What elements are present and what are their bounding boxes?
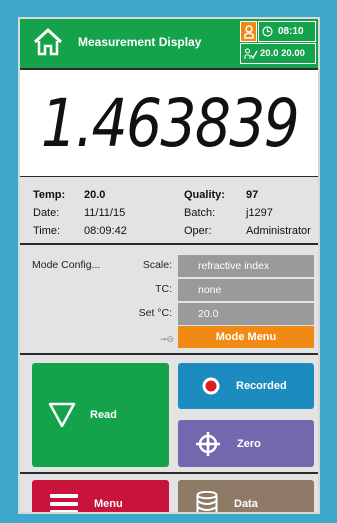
read-button[interactable]: Read: [32, 363, 169, 467]
recorded-button[interactable]: Recorded: [178, 363, 314, 409]
app-title: Measurement Display: [78, 35, 202, 49]
device-screen: Measurement Display 08:10 20.0 20.00 1.4…: [18, 17, 320, 514]
status-area: 08:10 20.0 20.00: [240, 21, 316, 65]
triangle-down-icon: [48, 402, 76, 428]
tolerance-values: 20.0 20.00: [260, 48, 305, 59]
read-label: Read: [90, 409, 117, 421]
scale-value[interactable]: refractive index: [178, 255, 314, 277]
tc-label: TC:: [155, 283, 172, 295]
clock-time: 08:10: [278, 26, 304, 37]
zero-label: Zero: [237, 437, 261, 450]
reading-value: 1.463839: [40, 84, 299, 162]
mode-menu-button[interactable]: Mode Menu: [178, 326, 314, 348]
oper-label: Oper:: [184, 225, 212, 237]
set-temp-label: Set °C:: [138, 307, 172, 319]
user-icon[interactable]: [240, 21, 257, 42]
menu-label: Menu: [94, 498, 123, 510]
data-label: Data: [234, 498, 258, 510]
quality-label: Quality:: [184, 189, 225, 201]
date-label: Date:: [33, 207, 60, 219]
oper-value: Administrator: [246, 225, 311, 237]
tolerance-display: 20.0 20.00: [240, 43, 316, 64]
tc-value[interactable]: none: [178, 279, 314, 301]
check-icon: [244, 48, 258, 59]
recorded-label: Recorded: [236, 380, 287, 392]
link-icon: ⊸⊖: [159, 334, 175, 344]
reading-display: 1.463839: [20, 70, 318, 176]
action-panel: Read Recorded Zero: [20, 355, 318, 472]
quality-value: 97: [246, 189, 259, 201]
batch-label: Batch:: [184, 207, 216, 219]
zero-button[interactable]: Zero: [178, 420, 314, 467]
time-value: 08:09:42: [84, 225, 127, 237]
database-icon: [196, 491, 218, 512]
bottom-panel: Menu ⏻ Data: [20, 474, 318, 512]
menu-icon: [50, 494, 78, 512]
batch-value: j1297: [246, 207, 273, 219]
time-label: Time:: [33, 225, 61, 237]
home-icon[interactable]: [32, 27, 64, 57]
temp-label: Temp:: [33, 189, 66, 201]
clock-display: 08:10: [258, 21, 316, 42]
temp-value: 20.0: [84, 189, 106, 201]
mode-config-panel: Mode Config... Scale: refractive index T…: [20, 245, 318, 353]
date-value: 11/11/15: [84, 207, 126, 219]
clock-icon: [262, 26, 273, 37]
set-temp-value[interactable]: 20.0: [178, 303, 314, 325]
scale-label: Scale:: [142, 259, 172, 271]
record-icon: [202, 377, 220, 395]
data-button[interactable]: Data: [178, 480, 314, 512]
crosshair-icon: [196, 431, 220, 456]
measurement-info: Temp: 20.0 Date: 11/11/15 Time: 08:09:42…: [20, 177, 318, 243]
mode-config-title[interactable]: Mode Config...: [32, 259, 100, 271]
header-bar: Measurement Display 08:10 20.0 20.00: [20, 19, 318, 68]
menu-button[interactable]: Menu ⏻: [32, 480, 169, 512]
